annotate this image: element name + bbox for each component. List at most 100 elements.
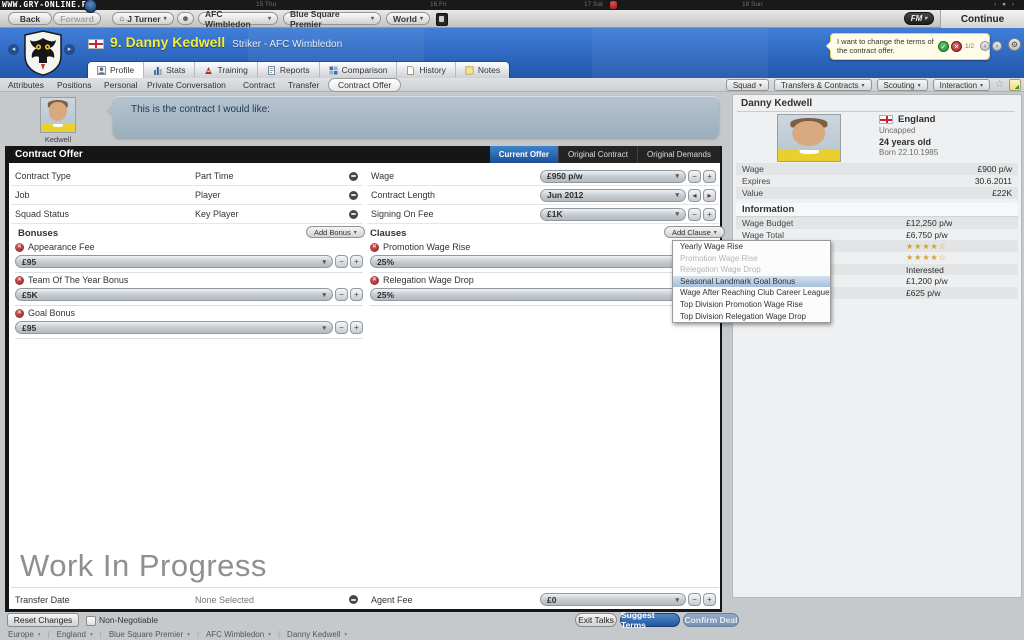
back-button[interactable]: Back (8, 12, 52, 25)
next-message-button[interactable]: › (992, 41, 1002, 51)
length-decrease-button[interactable]: ◂ (688, 188, 701, 202)
field-label: Contract Type (15, 171, 71, 181)
contract-length-dropdown[interactable]: Jun 2012 ▾ (540, 188, 686, 202)
menu-item-top-division-relegation-wage-drop[interactable]: Top Division Relegation Wage Drop (673, 311, 830, 323)
tab-history[interactable]: History (397, 62, 456, 78)
menu-item-yearly-wage-rise[interactable]: Yearly Wage Rise (673, 241, 830, 253)
view-original-contract[interactable]: Original Contract (557, 146, 637, 163)
subnav-contract[interactable]: Contract (243, 80, 275, 90)
club-menu-button[interactable]: AFC Wimbledon ▾ (198, 9, 278, 29)
breadcrumb-player[interactable]: Danny Kedwell (287, 630, 340, 639)
menu-item-seasonal-landmark-goal-bonus[interactable]: Seasonal Landmark Goal Bonus (673, 275, 830, 288)
squad-menu-button[interactable]: Squad ▾ (725, 79, 769, 91)
stats-icon (154, 66, 162, 75)
team-of-year-bonus-dropdown[interactable]: £5K ▾ (15, 288, 333, 301)
wage-dropdown[interactable]: £950 p/w ▾ (540, 169, 686, 183)
chevron-down-icon: ▾ (758, 82, 762, 89)
subnav-contract-offer-active[interactable]: Contract Offer (328, 78, 402, 92)
decrease-button[interactable]: − (335, 255, 348, 268)
bonus-item-value: £5K ▾ − + (15, 288, 363, 301)
transfers-contracts-menu-button[interactable]: Transfers & Contracts ▾ (773, 79, 872, 91)
view-current-offer[interactable]: Current Offer (489, 146, 558, 163)
scouting-menu-button[interactable]: Scouting ▾ (876, 79, 928, 91)
remove-clause-icon[interactable]: ✕ (370, 242, 379, 252)
agent-fee-increase-button[interactable]: + (703, 593, 716, 606)
fee-increase-button[interactable]: + (703, 207, 716, 221)
appearance-fee-dropdown[interactable]: £95 ▾ (15, 255, 333, 268)
remove-bonus-icon[interactable]: ✕ (15, 308, 24, 318)
chevron-down-icon: ▾ (675, 192, 679, 199)
divider (15, 305, 363, 306)
interaction-menu-button[interactable]: Interaction ▾ (932, 79, 991, 91)
agent-fee-decrease-button[interactable]: − (688, 593, 701, 606)
remove-bonus-icon[interactable]: ✕ (15, 275, 24, 285)
view-original-demands[interactable]: Original Demands (636, 146, 720, 163)
caps-label: Uncapped (879, 126, 916, 135)
breadcrumb-england[interactable]: England (57, 630, 86, 639)
subnav-private-conversation[interactable]: Private Conversation (147, 80, 226, 90)
length-increase-button[interactable]: ▸ (703, 188, 716, 202)
agent-fee-dropdown[interactable]: £0 ▾ (540, 593, 686, 606)
player-name: 9. Danny Kedwell Striker - AFC Wimbledon (110, 34, 343, 50)
world-menu-button[interactable]: World ▾ (386, 12, 430, 25)
menu-item-wage-after-reaching-club-career-league-games[interactable]: Wage After Reaching Club Career League G… (673, 287, 830, 299)
non-negotiable-checkbox[interactable] (86, 616, 96, 626)
prev-message-button[interactable]: ‹ (980, 41, 990, 51)
promotion-wage-rise-dropdown[interactable]: 25%▾ (370, 255, 690, 268)
tab-notes[interactable]: Notes (456, 62, 509, 78)
prev-player-button[interactable]: ◂ (8, 44, 19, 55)
remove-bonus-icon[interactable]: ✕ (15, 242, 24, 252)
tab-profile[interactable]: Profile (88, 62, 145, 78)
breadcrumb-club[interactable]: AFC Wimbledon (206, 630, 264, 639)
breadcrumb-europe[interactable]: Europe (8, 630, 34, 639)
notebook-icon[interactable] (436, 13, 448, 26)
manager-face-button[interactable]: ☻ (177, 12, 194, 25)
next-player-button[interactable]: ▸ (64, 44, 75, 55)
reject-icon[interactable]: ✕ (951, 41, 962, 52)
suggest-terms-button[interactable]: Suggest Terms (620, 610, 680, 630)
settings-wrench-icon[interactable]: ⚙ (1008, 38, 1021, 51)
wage-increase-button[interactable]: + (703, 169, 716, 183)
reset-changes-button[interactable]: Reset Changes (7, 613, 79, 627)
relegation-wage-drop-dropdown[interactable]: 25%▾ (370, 288, 690, 301)
increase-button[interactable]: + (350, 321, 363, 334)
summary-row: Expires 30.6.2011 (736, 175, 1018, 187)
manager-menu-button[interactable]: ⌂ J Turner ▾ (112, 12, 174, 25)
exit-talks-button[interactable]: Exit Talks (575, 613, 617, 627)
fm-menu-button[interactable]: FM ▾ (904, 12, 934, 25)
subnav-attributes[interactable]: Attributes (8, 80, 44, 90)
favourite-star-icon[interactable]: ☆ (995, 79, 1004, 91)
subnav-personal[interactable]: Personal (104, 80, 138, 90)
edit-note-icon[interactable] (1009, 79, 1021, 91)
remove-clause-icon[interactable]: ✕ (370, 275, 379, 285)
decrease-button[interactable]: − (335, 288, 348, 301)
lock-icon[interactable] (349, 190, 358, 200)
lock-icon[interactable] (349, 171, 358, 181)
chevron-down-icon: ▾ (924, 16, 928, 22)
tab-training[interactable]: Training (195, 62, 258, 78)
tab-reports[interactable]: Reports (258, 62, 320, 78)
lock-icon[interactable] (349, 595, 358, 604)
breadcrumb-competition[interactable]: Blue Square Premier (109, 630, 183, 639)
information-heading: Information (736, 203, 1018, 217)
increase-button[interactable]: + (350, 288, 363, 301)
accept-icon[interactable]: ✓ (938, 41, 949, 52)
competition-menu-button[interactable]: Blue Square Premier ▾ (283, 9, 381, 29)
calendar-pager[interactable]: ‹ ● › (994, 1, 1016, 8)
add-clause-button[interactable]: Add Clause ▾ (664, 226, 725, 238)
lock-icon[interactable] (349, 209, 358, 219)
menu-item-top-division-promotion-wage-rise[interactable]: Top Division Promotion Wage Rise (673, 299, 830, 311)
signing-on-fee-dropdown[interactable]: £1K ▾ (540, 207, 686, 221)
tab-comparison[interactable]: Comparison (320, 62, 398, 78)
subnav-transfer[interactable]: Transfer (288, 80, 319, 90)
subnav-positions[interactable]: Positions (57, 80, 92, 90)
increase-button[interactable]: + (350, 255, 363, 268)
tab-stats[interactable]: Stats (144, 62, 196, 78)
add-bonus-button[interactable]: Add Bonus ▾ (306, 226, 365, 238)
decrease-button[interactable]: − (335, 321, 348, 334)
fee-decrease-button[interactable]: − (688, 207, 701, 221)
forward-button[interactable]: Forward (53, 12, 101, 25)
goal-bonus-dropdown[interactable]: £95 ▾ (15, 321, 333, 334)
continue-button[interactable]: Continue (940, 10, 1024, 28)
wage-decrease-button[interactable]: − (688, 169, 701, 183)
